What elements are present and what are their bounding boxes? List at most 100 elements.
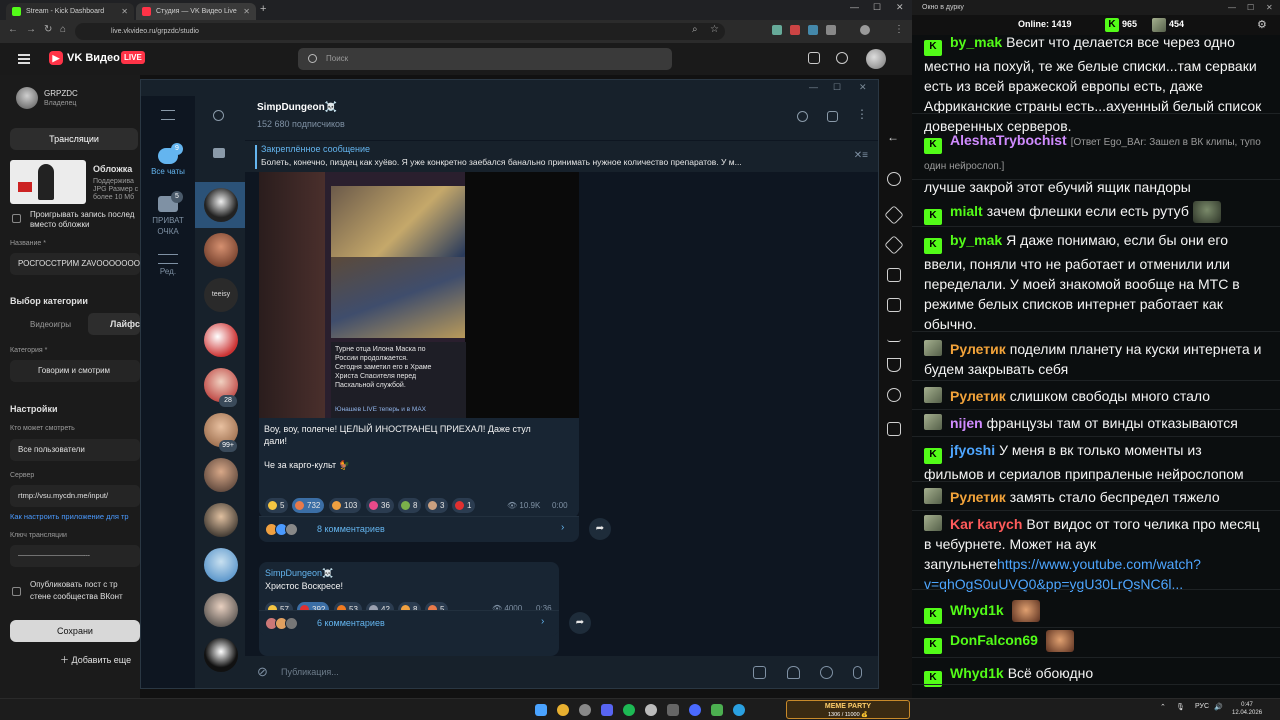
- extension-icon[interactable]: [808, 25, 818, 35]
- home-icon[interactable]: ⌂: [60, 24, 66, 35]
- reaction-chip[interactable]: 8: [398, 498, 422, 513]
- trophy-icon[interactable]: [887, 358, 901, 372]
- maximize-icon[interactable]: ☐: [833, 82, 841, 93]
- close-window-icon[interactable]: ✕: [859, 82, 867, 93]
- emoji-icon[interactable]: [820, 666, 833, 679]
- add-icon[interactable]: [836, 52, 848, 64]
- zoom-icon[interactable]: ⌕: [692, 24, 698, 35]
- compose-input[interactable]: Публикация...: [281, 667, 339, 677]
- comments-row[interactable]: 8 комментариев ›: [259, 516, 579, 542]
- search-icon[interactable]: [797, 111, 808, 122]
- back-arrow-icon[interactable]: ←: [887, 130, 899, 144]
- meme-party-widget[interactable]: MEME PARTY 1306 / 11000 💰: [786, 700, 910, 719]
- close-icon[interactable]: ✕: [121, 3, 128, 20]
- telegram-icon[interactable]: [733, 704, 745, 716]
- close-icon[interactable]: ✕: [243, 3, 250, 20]
- back-arrow-icon[interactable]: ←: [8, 24, 18, 35]
- folder-all-chats[interactable]: 9 Все чаты: [141, 143, 195, 176]
- gear-icon[interactable]: ⚙: [1257, 18, 1267, 31]
- pinned-message[interactable]: Закреплённое сообщение Болеть, конечно, …: [245, 140, 878, 172]
- avatar[interactable]: [866, 49, 886, 69]
- dice-icon[interactable]: [887, 268, 901, 282]
- chat-username[interactable]: by_mak: [950, 34, 1002, 50]
- chat-avatar[interactable]: teeisy: [204, 278, 238, 312]
- bookmark-star-icon[interactable]: ☆: [710, 24, 719, 35]
- maximize-icon[interactable]: ☐: [873, 2, 881, 13]
- chat-avatar[interactable]: [204, 638, 238, 672]
- chrome-icon[interactable]: [557, 704, 569, 716]
- gem-icon[interactable]: [884, 235, 904, 255]
- chat-avatar[interactable]: [204, 458, 238, 492]
- category-input[interactable]: Говорим и смотрим: [10, 360, 140, 382]
- server-input[interactable]: rtmp://vsu.mycdn.me/input/: [10, 485, 140, 507]
- menu-icon[interactable]: [161, 110, 175, 120]
- folder-edit[interactable]: Ред.: [141, 254, 195, 276]
- reaction-chip[interactable]: 732: [292, 498, 325, 513]
- reaction-chip[interactable]: 36: [366, 498, 394, 513]
- chat-username[interactable]: Рулетик: [950, 489, 1006, 505]
- browser-tab-vk-studio[interactable]: Студия — VK Видео Live ✕: [136, 3, 256, 20]
- start-icon[interactable]: [535, 704, 547, 716]
- kebab-menu-icon[interactable]: ⋮: [894, 24, 904, 35]
- close-window-icon[interactable]: ✕: [1266, 0, 1273, 15]
- url-field[interactable]: live.vkvideo.ru/grpzdc/studio: [75, 23, 725, 40]
- vk-brand[interactable]: VK Видео: [67, 52, 120, 64]
- chat-avatar[interactable]: [204, 503, 238, 537]
- clock[interactable]: 0:47 12.04.2026: [1232, 701, 1262, 717]
- stream-key-input[interactable]: ------------------------------------: [10, 545, 140, 567]
- calendar-icon[interactable]: [753, 666, 766, 679]
- channel-title[interactable]: SimpDungeon☠️: [257, 102, 337, 113]
- stream-name-input[interactable]: РОСГОССТРИМ ZAVOOOOOOOZ: [10, 253, 140, 275]
- chat-avatar[interactable]: [204, 548, 238, 582]
- extension-icon[interactable]: [790, 25, 800, 35]
- hamburger-menu-icon[interactable]: [18, 54, 30, 64]
- chat-avatar[interactable]: [204, 323, 238, 357]
- reaction-chip[interactable]: 3: [425, 498, 449, 513]
- profile-icon[interactable]: [860, 25, 870, 35]
- chat-username[interactable]: Whyd1k: [950, 602, 1004, 618]
- discord-icon[interactable]: [601, 704, 613, 716]
- folder-private[interactable]: 5 ПРИВАТ ОЧКА: [141, 191, 195, 237]
- reaction-chip[interactable]: 103: [329, 498, 362, 513]
- vk-logo-icon[interactable]: ▶: [49, 51, 63, 65]
- save-button[interactable]: Сохрани: [10, 620, 140, 642]
- app-icon[interactable]: [579, 704, 591, 716]
- chat-username[interactable]: Whyd1k: [950, 665, 1004, 681]
- minimize-icon[interactable]: —: [809, 82, 818, 92]
- maximize-icon[interactable]: ☐: [1247, 0, 1254, 15]
- add-more-button[interactable]: ＋ Добавить еще: [60, 653, 131, 666]
- minimize-icon[interactable]: —: [1228, 0, 1236, 15]
- close-window-icon[interactable]: ✕: [896, 2, 904, 13]
- share-icon[interactable]: ➦: [589, 518, 611, 540]
- chat-username[interactable]: mialt: [950, 203, 983, 219]
- attach-icon[interactable]: ⊘: [257, 664, 268, 680]
- category-life-option[interactable]: Лайфст: [88, 313, 140, 335]
- chat-avatar[interactable]: [204, 233, 238, 267]
- list-icon[interactable]: [887, 298, 901, 312]
- gear-icon[interactable]: [887, 172, 901, 186]
- who-can-watch-select[interactable]: Все пользователи: [10, 439, 140, 461]
- search-icon[interactable]: [213, 110, 224, 121]
- minimize-icon[interactable]: —: [850, 2, 859, 12]
- chat-username[interactable]: Kar karych: [950, 516, 1022, 532]
- new-tab-button[interactable]: +: [260, 3, 266, 15]
- chat-avatar-simpdungeon[interactable]: [204, 188, 238, 222]
- puzzle-icon[interactable]: [826, 25, 836, 35]
- language-indicator[interactable]: РУС: [1195, 703, 1209, 710]
- pin-list-icon[interactable]: ✕≡: [854, 150, 868, 161]
- howto-link[interactable]: Как настроить приложение для тр: [10, 512, 129, 521]
- chat-username[interactable]: Рулетик: [950, 341, 1006, 357]
- app-icon[interactable]: [667, 704, 679, 716]
- replay-checkbox[interactable]: [12, 214, 21, 223]
- chevron-up-icon[interactable]: ⌃: [1160, 703, 1166, 711]
- clips-icon[interactable]: [887, 422, 901, 436]
- browser-tab-kick[interactable]: Stream - Kick Dashboard ✕: [6, 3, 134, 20]
- spotify-icon[interactable]: [623, 704, 635, 716]
- chat-username[interactable]: DonFalcon69: [950, 632, 1038, 648]
- diamond-icon[interactable]: [884, 205, 904, 225]
- reload-icon[interactable]: ↻: [44, 24, 52, 35]
- post-image[interactable]: Турне отца Илона Маска по России продолж…: [259, 172, 579, 418]
- microphone-icon[interactable]: [853, 666, 862, 679]
- chat-username[interactable]: Рулетик: [950, 388, 1006, 404]
- chat-username[interactable]: AleshaTrybochist: [950, 132, 1067, 148]
